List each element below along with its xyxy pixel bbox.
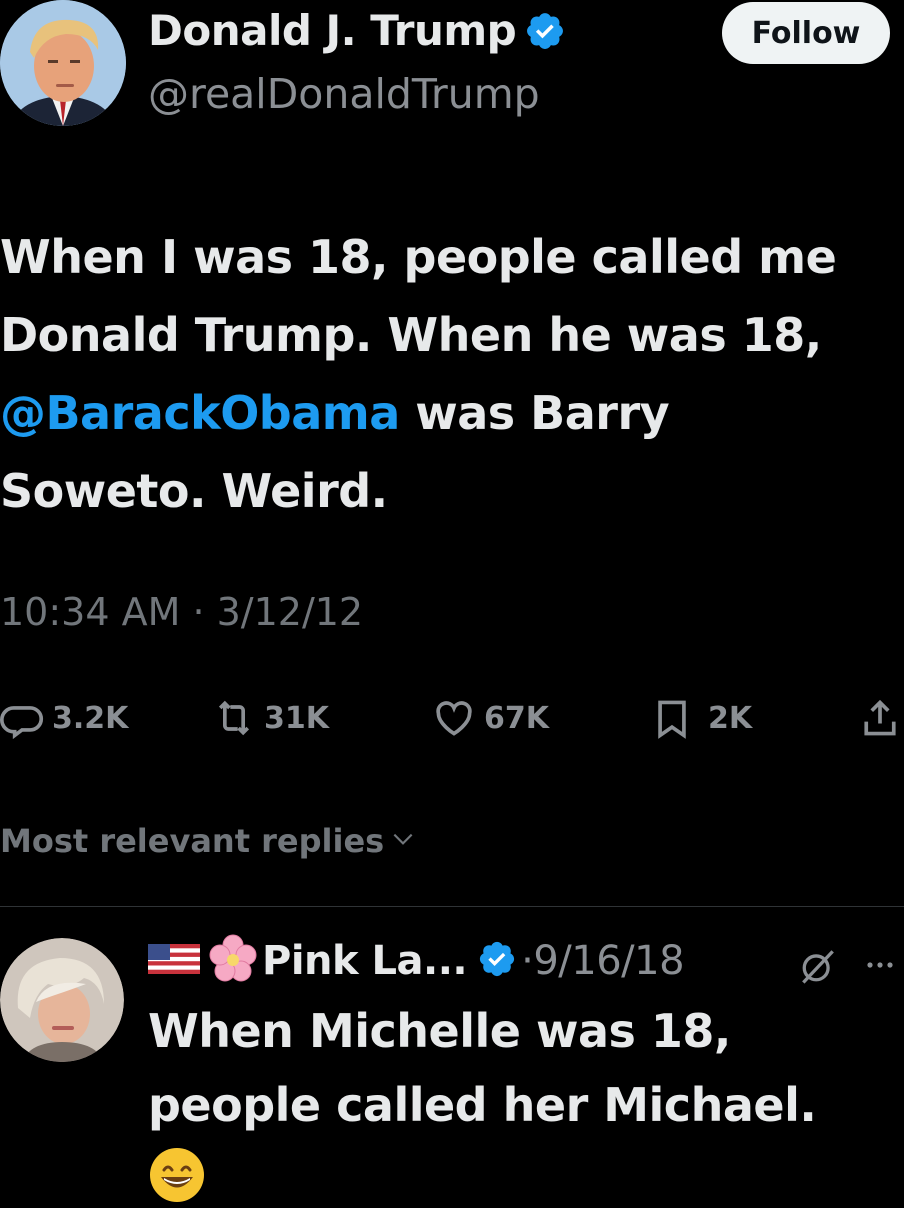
tweet-text-line: @BarackObama was Barry (0, 374, 900, 452)
reply-text-line: people called her Michael. (148, 1078, 817, 1132)
author-handle[interactable]: @realDonaldTrump (148, 70, 540, 118)
reply-text: When Michelle was 18, people called her … (148, 994, 904, 1142)
chevron-down-icon (390, 822, 416, 860)
grok-icon[interactable] (796, 944, 840, 988)
grinning-emoji-icon (148, 1146, 206, 1204)
repost-count: 31K (264, 700, 329, 736)
follow-button[interactable]: Follow (722, 2, 890, 64)
share-icon (858, 696, 902, 740)
like-action[interactable]: 67K (432, 696, 549, 740)
bookmark-action[interactable]: 2K (650, 696, 752, 740)
heart-icon (432, 696, 476, 740)
reply-author-name[interactable]: Pink La... (262, 938, 468, 984)
replies-sort-label: Most relevant replies (0, 822, 385, 860)
replies-sort-dropdown[interactable]: Most relevant replies (0, 822, 416, 860)
reply-text-line: When Michelle was 18, (148, 1004, 731, 1058)
tweet-text-line: Donald Trump. When he was 18, (0, 308, 822, 362)
reply-author-avatar[interactable] (0, 938, 124, 1062)
tweet-timestamp[interactable]: 10:34 AM · 3/12/12 (0, 590, 363, 634)
author-avatar[interactable] (0, 0, 126, 126)
reply-header: Pink La... ·9/16/18 (148, 930, 685, 992)
divider (0, 906, 904, 907)
bookmark-count: 2K (708, 700, 753, 736)
tweet-text-line: Soweto. Weird. (0, 464, 388, 518)
repost-action[interactable]: 31K (212, 696, 329, 740)
verified-badge-icon (467, 939, 517, 983)
reply-action[interactable]: 3.2K (0, 696, 128, 740)
tweet-text-line: When I was 18, people called me (0, 230, 837, 284)
cherry-blossom-icon (208, 934, 262, 988)
like-count: 67K (484, 700, 549, 736)
tweet-text: When I was 18, people called me Donald T… (0, 218, 900, 530)
reply-date[interactable]: ·9/16/18 (521, 938, 684, 984)
tweet-text-fragment: was Barry (399, 386, 670, 440)
comment-icon (0, 696, 44, 740)
verified-badge-icon (524, 10, 566, 52)
us-flag-icon (148, 944, 208, 978)
share-action[interactable] (858, 696, 902, 740)
author-display-name[interactable]: Donald J. Trump (148, 6, 566, 55)
bookmark-icon (650, 696, 694, 740)
mention-link[interactable]: @BarackObama (0, 386, 400, 440)
author-name-text[interactable]: Donald J. Trump (148, 6, 517, 55)
repost-icon (212, 696, 256, 740)
reply-count: 3.2K (52, 700, 129, 736)
more-options-icon[interactable] (860, 950, 900, 980)
